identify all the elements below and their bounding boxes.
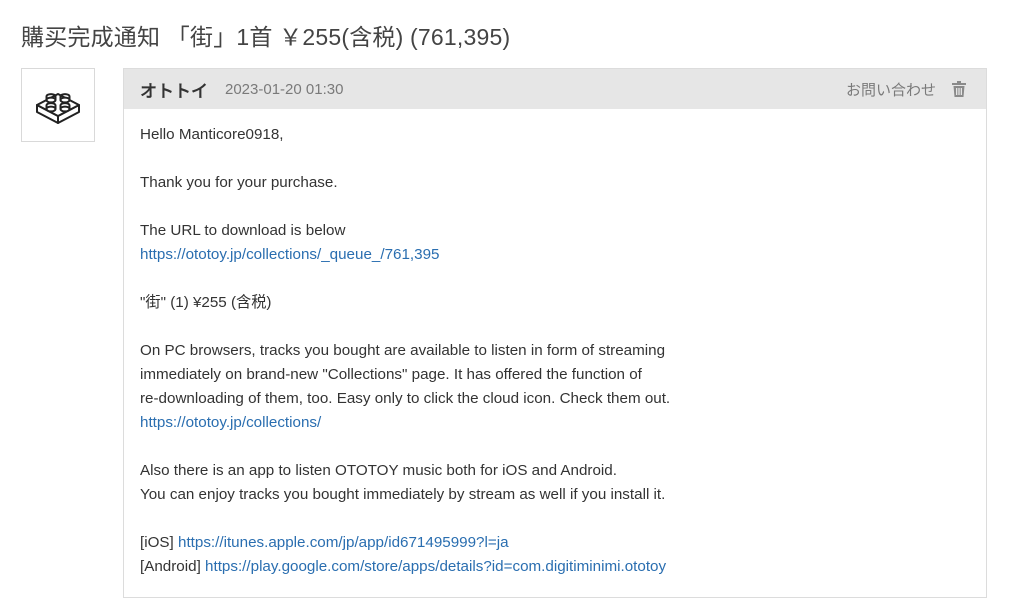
ios-line: [iOS] https://itunes.apple.com/jp/app/id… <box>140 531 970 555</box>
page-title: 購买完成通知 「街」1首 ￥255(含税) (761,395) <box>21 24 511 50</box>
item-line: "街" (1) ¥255 (含税) <box>140 294 272 311</box>
trash-icon[interactable] <box>952 81 966 97</box>
message-body: Hello Manticore0918, Thank you for your … <box>124 109 986 579</box>
android-app-link[interactable]: https://play.google.com/store/apps/detai… <box>205 558 666 575</box>
header-actions: お問い合わせ <box>846 79 966 100</box>
collections-text-3: re-downloading of them, too. Easy only t… <box>140 390 671 407</box>
app-text-2: You can enjoy tracks you bought immediat… <box>140 486 666 503</box>
android-line: [Android] https://play.google.com/store/… <box>140 555 970 579</box>
message-timestamp: 2023-01-20 01:30 <box>225 80 344 98</box>
thanks-text: Thank you for your purchase. <box>140 174 338 191</box>
lego-brick-icon <box>36 93 80 124</box>
avatar <box>21 68 95 142</box>
app-text-1: Also there is an app to listen OTOTOY mu… <box>140 462 617 479</box>
ios-app-link[interactable]: https://itunes.apple.com/jp/app/id671495… <box>178 534 509 551</box>
collections-text-1: On PC browsers, tracks you bought are av… <box>140 342 666 359</box>
contact-link[interactable]: お問い合わせ <box>846 79 936 100</box>
download-link[interactable]: https://ototoy.jp/collections/_queue_/76… <box>140 246 439 263</box>
download-intro: The URL to download is below <box>140 222 346 239</box>
collections-link[interactable]: https://ototoy.jp/collections/ <box>140 414 321 431</box>
greeting: Hello Manticore0918, <box>140 126 284 143</box>
message-header: オトトイ 2023-01-20 01:30 お問い合わせ <box>124 69 986 109</box>
sender-name: オトトイ <box>140 81 208 101</box>
message-card: オトトイ 2023-01-20 01:30 お問い合わせ Hello Manti… <box>123 68 987 598</box>
android-label: [Android] <box>140 558 201 575</box>
ios-label: [iOS] <box>140 534 174 551</box>
collections-text-2: immediately on brand-new "Collections" p… <box>140 366 642 383</box>
